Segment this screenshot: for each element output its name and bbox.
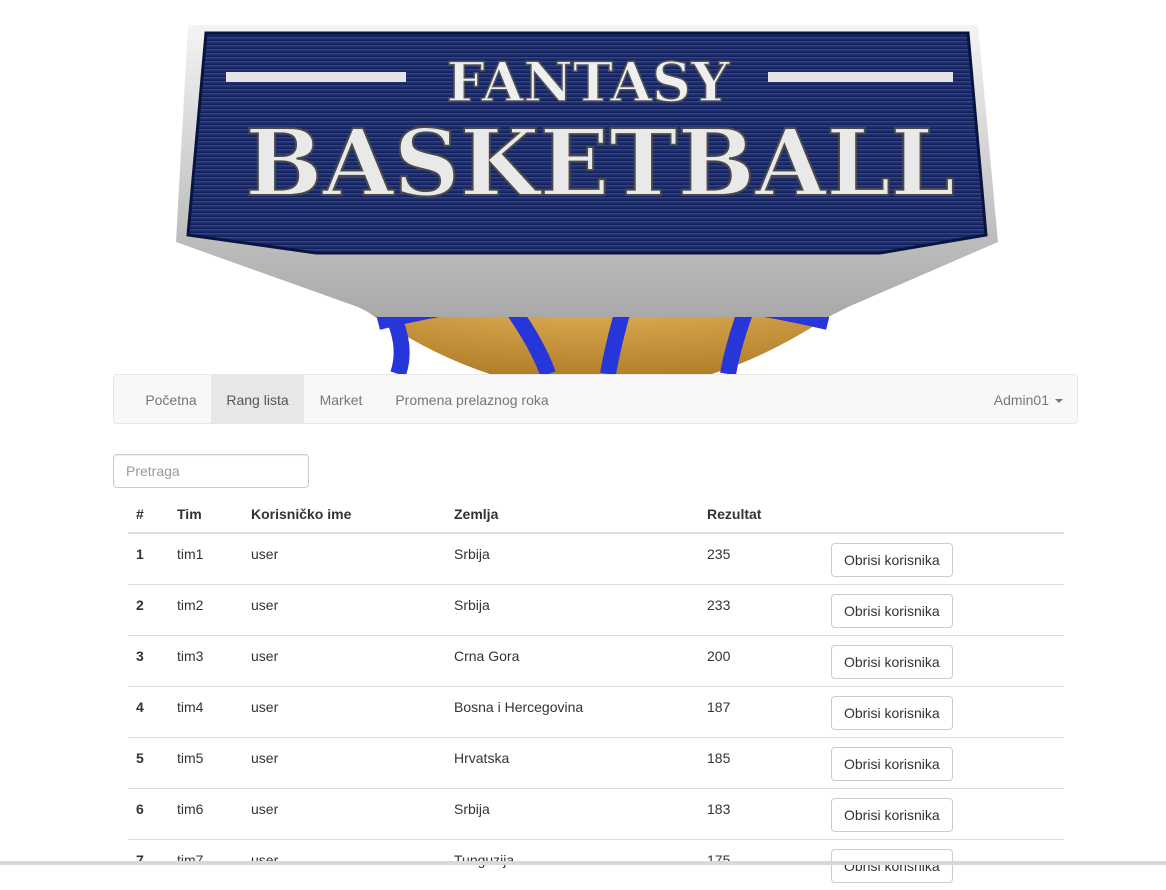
team-cell: tim5 — [169, 738, 243, 789]
delete-user-button[interactable]: Obrisi korisnika — [831, 798, 953, 832]
delete-user-button[interactable]: Obrisi korisnika — [831, 696, 953, 730]
score-cell: 183 — [699, 789, 823, 840]
table-row: 4 tim4 user Bosna i Hercegovina 187 Obri… — [128, 687, 1064, 738]
header-actions — [823, 496, 1064, 533]
delete-user-button[interactable]: Obrisi korisnika — [831, 543, 953, 577]
nav-item-promena-prelaznog-roka[interactable]: Promena prelaznog roka — [378, 375, 566, 423]
country-cell: Hrvatska — [446, 738, 699, 789]
rank-cell: 5 — [128, 738, 169, 789]
action-cell: Obrisi korisnika — [823, 533, 1064, 585]
fantasy-basketball-banner: FANTASY BASKETBALL — [128, 17, 1068, 374]
window-bottom-edge — [0, 861, 1166, 865]
delete-user-button[interactable]: Obrisi korisnika — [831, 747, 953, 781]
header-rank: # — [128, 496, 169, 533]
user-name: Admin01 — [994, 392, 1049, 408]
nav-item-market[interactable]: Market — [304, 375, 378, 423]
table-row: 6 tim6 user Srbija 183 Obrisi korisnika — [128, 789, 1064, 840]
action-cell: Obrisi korisnika — [823, 687, 1064, 738]
search-input[interactable] — [113, 454, 309, 488]
rank-cell: 4 — [128, 687, 169, 738]
country-cell: Crna Gora — [446, 636, 699, 687]
action-cell: Obrisi korisnika — [823, 789, 1064, 840]
action-cell: Obrisi korisnika — [823, 585, 1064, 636]
username-cell: user — [243, 738, 446, 789]
header-username: Korisničko ime — [243, 496, 446, 533]
nav-item-pocetna[interactable]: Početna — [131, 375, 211, 423]
logo-image: FANTASY BASKETBALL — [128, 17, 1068, 374]
caret-down-icon — [1055, 399, 1063, 403]
username-cell: user — [243, 636, 446, 687]
delete-user-button[interactable]: Obrisi korisnika — [831, 594, 953, 628]
team-cell: tim4 — [169, 687, 243, 738]
score-cell: 187 — [699, 687, 823, 738]
table-row: 5 tim5 user Hrvatska 185 Obrisi korisnik… — [128, 738, 1064, 789]
team-cell: tim3 — [169, 636, 243, 687]
nav-item-rang-lista[interactable]: Rang lista — [211, 375, 304, 423]
ranking-table-container: # Tim Korisničko ime Zemlja Rezultat 1 t… — [128, 496, 1064, 890]
table-row: 3 tim3 user Crna Gora 200 Obrisi korisni… — [128, 636, 1064, 687]
score-cell: 200 — [699, 636, 823, 687]
main-navbar: Početna Rang lista Market Promena prelaz… — [113, 374, 1078, 424]
table-header-row: # Tim Korisničko ime Zemlja Rezultat — [128, 496, 1064, 533]
country-cell: Srbija — [446, 585, 699, 636]
table-row: 2 tim2 user Srbija 233 Obrisi korisnika — [128, 585, 1064, 636]
header-country: Zemlja — [446, 496, 699, 533]
score-cell: 233 — [699, 585, 823, 636]
header-team: Tim — [169, 496, 243, 533]
delete-user-button[interactable]: Obrisi korisnika — [831, 645, 953, 679]
username-cell: user — [243, 687, 446, 738]
logo-text-basketball: BASKETBALL — [245, 109, 955, 217]
score-cell: 185 — [699, 738, 823, 789]
action-cell: Obrisi korisnika — [823, 738, 1064, 789]
user-dropdown[interactable]: Admin01 — [994, 375, 1063, 423]
team-cell: tim6 — [169, 789, 243, 840]
team-cell: tim2 — [169, 585, 243, 636]
action-cell: Obrisi korisnika — [823, 636, 1064, 687]
score-cell: 235 — [699, 533, 823, 585]
rank-cell: 1 — [128, 533, 169, 585]
team-cell: tim1 — [169, 533, 243, 585]
rank-cell: 3 — [128, 636, 169, 687]
username-cell: user — [243, 533, 446, 585]
username-cell: user — [243, 789, 446, 840]
rank-cell: 2 — [128, 585, 169, 636]
country-cell: Srbija — [446, 789, 699, 840]
username-cell: user — [243, 585, 446, 636]
ranking-table: # Tim Korisničko ime Zemlja Rezultat 1 t… — [128, 496, 1064, 890]
logo-text-fantasy: FANTASY — [446, 50, 731, 114]
rank-cell: 6 — [128, 789, 169, 840]
header-score: Rezultat — [699, 496, 823, 533]
country-cell: Srbija — [446, 533, 699, 585]
country-cell: Bosna i Hercegovina — [446, 687, 699, 738]
delete-user-button[interactable]: Obrisi korisnika — [831, 849, 953, 883]
table-row: 1 tim1 user Srbija 235 Obrisi korisnika — [128, 533, 1064, 585]
